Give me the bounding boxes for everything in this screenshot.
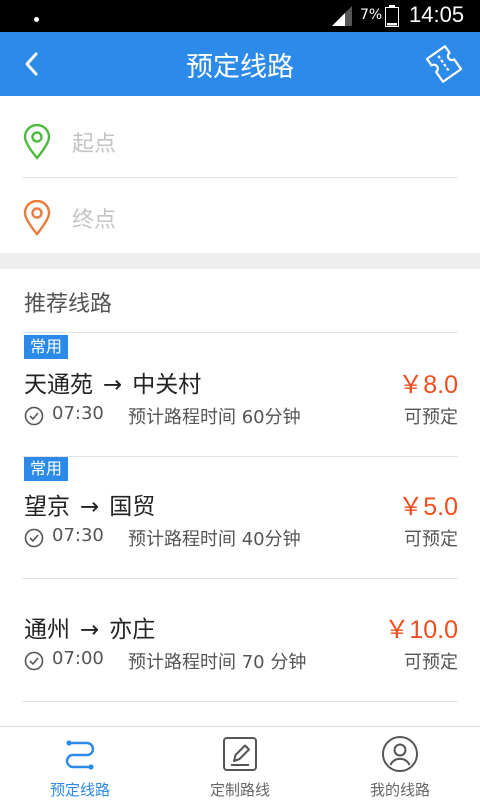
clock-icon <box>24 528 44 548</box>
notification-dot-icon <box>34 17 39 22</box>
end-point-placeholder: 终点 <box>72 208 117 233</box>
route-price: ￥10.0 <box>384 616 458 644</box>
ticket-icon[interactable] <box>424 42 464 86</box>
route-item[interactable]: 通州 → 亦庄 ￥10.0 07:00 预计路程时间 70 分钟 可预定 <box>22 578 458 702</box>
frequent-badge: 常用 <box>24 457 69 481</box>
start-location-pin-icon <box>23 124 51 160</box>
route-to: 中关村 <box>132 372 202 398</box>
route-name: 望京 → 国贸 <box>24 487 155 521</box>
nav-my-routes[interactable]: 我的线路 <box>320 727 480 800</box>
nav-book-route[interactable]: 预定线路 <box>0 727 160 800</box>
route-to: 亦庄 <box>109 617 156 643</box>
recommended-routes-title: 推荐线路 <box>24 292 113 317</box>
route-from: 望京 <box>24 494 70 520</box>
booking-status: 可预定 <box>404 407 458 428</box>
nav-custom-route[interactable]: 定制路线 <box>160 727 320 800</box>
battery-percent: 7% <box>360 7 383 23</box>
route-name: 通州 → 亦庄 <box>24 610 155 644</box>
end-location-pin-icon <box>23 200 51 236</box>
departure-time: 07:30 <box>52 525 104 546</box>
departure-time: 07:30 <box>52 403 104 424</box>
arrow-icon: → <box>80 494 100 520</box>
trip-duration: 预计路程时间 60分钟 <box>128 407 301 428</box>
route-item[interactable]: 常用 望京 → 国贸 ￥5.0 07:30 预计路程时间 40分钟 可预定 <box>22 455 458 579</box>
signal-icon <box>332 6 352 26</box>
trip-duration: 预计路程时间 40分钟 <box>128 529 301 550</box>
route-price: ￥5.0 <box>398 493 458 521</box>
departure-time: 07:00 <box>52 648 104 669</box>
title-bar: 预定线路 <box>0 32 480 96</box>
battery-icon <box>385 5 399 27</box>
nav-label: 预定线路 <box>49 781 110 799</box>
bottom-navigation: 预定线路 定制路线 我的线路 <box>0 726 480 800</box>
start-point-placeholder: 起点 <box>72 132 117 157</box>
frequent-badge: 常用 <box>24 335 69 359</box>
clock-icon <box>24 651 44 671</box>
route-price: ￥8.0 <box>398 371 458 399</box>
route-from: 天通苑 <box>24 372 93 398</box>
start-point-field[interactable]: 起点 <box>22 102 458 178</box>
end-point-field[interactable]: 终点 <box>22 178 458 254</box>
page-title: 预定线路 <box>186 52 294 83</box>
route-from: 通州 <box>24 617 70 643</box>
clock-time: 14:05 <box>409 2 465 27</box>
section-divider <box>0 253 480 269</box>
trip-duration: 预计路程时间 70 分钟 <box>128 652 307 673</box>
nav-label: 我的线路 <box>369 781 430 799</box>
arrow-icon: → <box>80 617 100 643</box>
route-to: 国贸 <box>109 494 156 520</box>
nav-label: 定制路线 <box>209 781 270 799</box>
user-icon <box>382 736 418 772</box>
booking-status: 可预定 <box>404 652 458 673</box>
arrow-icon: → <box>103 372 123 398</box>
route-item[interactable]: 常用 天通苑 → 中关村 ￥8.0 07:30 预计路程时间 60分钟 可预定 <box>22 333 458 457</box>
clock-icon <box>24 406 44 426</box>
status-bar: 7% 14:05 <box>0 0 480 32</box>
route-icon <box>65 740 95 770</box>
route-name: 天通苑 → 中关村 <box>24 365 201 399</box>
pencil-icon <box>223 737 257 771</box>
booking-status: 可预定 <box>404 529 458 550</box>
